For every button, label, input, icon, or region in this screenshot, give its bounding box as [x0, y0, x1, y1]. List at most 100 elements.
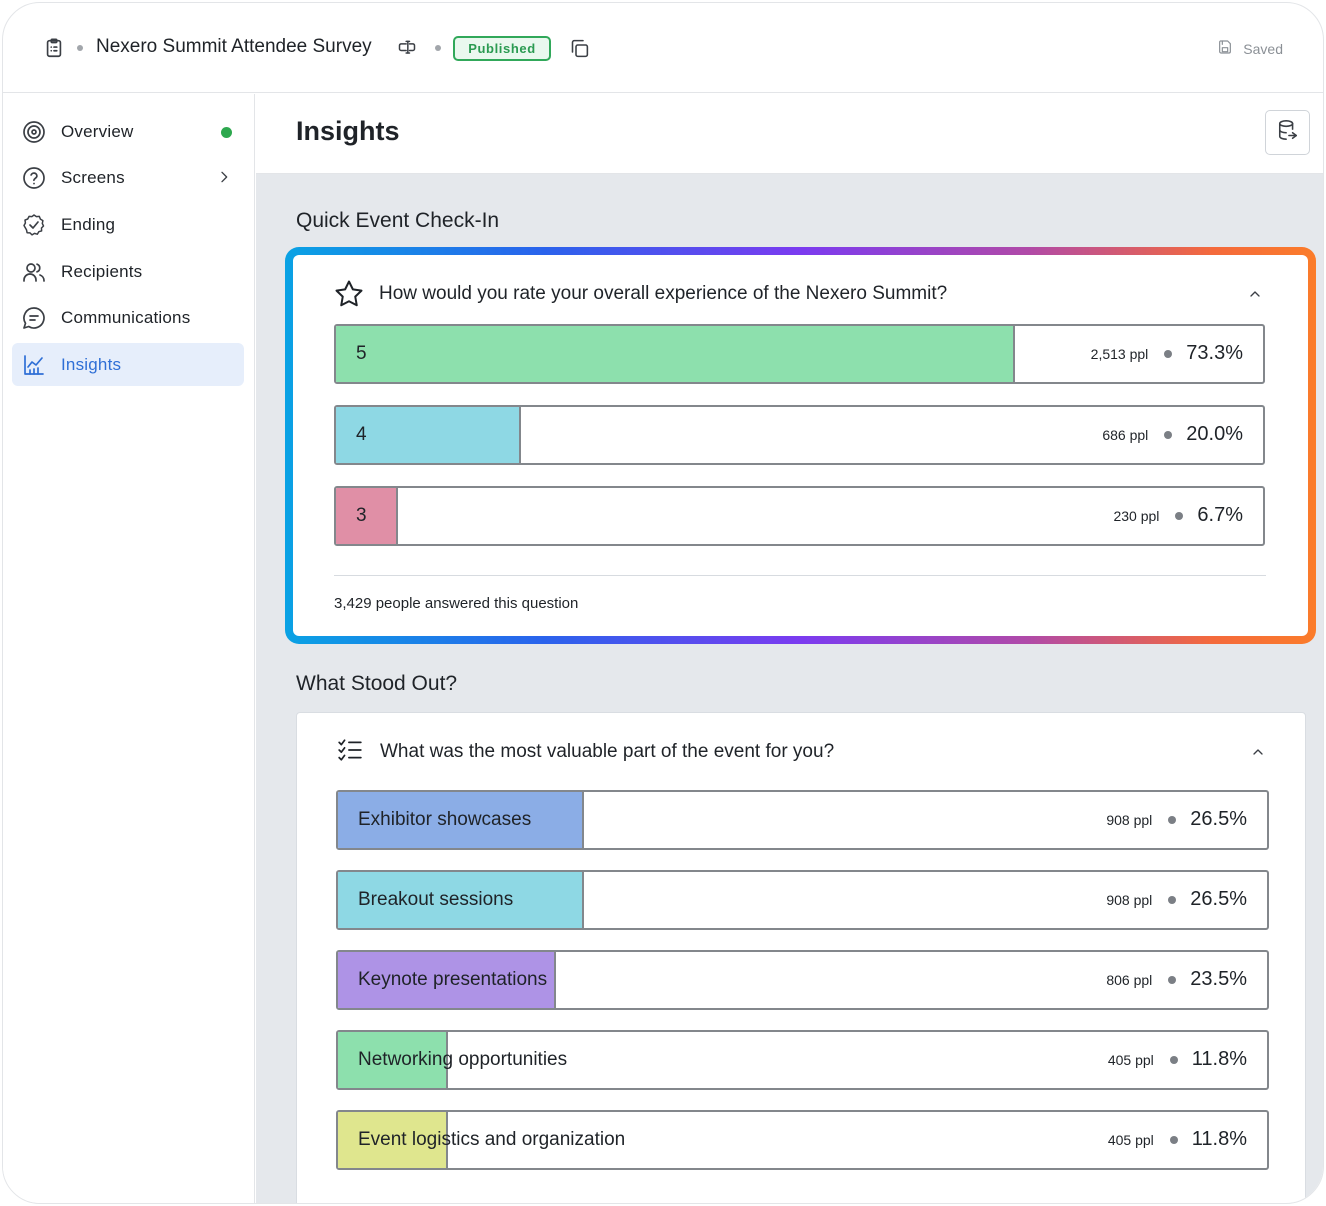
sidebar-item-communications[interactable]: Communications — [12, 296, 244, 339]
result-label: Event logistics and organization — [358, 1129, 626, 1150]
result-label: Exhibitor showcases — [358, 809, 532, 830]
status-badge: Published — [453, 36, 551, 61]
answered-count: 3,429 people answered this question — [334, 595, 579, 612]
result-stats: 908 ppl 26.5% — [1106, 888, 1247, 911]
result-stats: 686 ppl 20.0% — [1102, 423, 1243, 446]
separator-dot — [1168, 975, 1177, 984]
result-label: 4 — [356, 424, 367, 445]
database-export-icon — [1277, 119, 1299, 146]
question-card: How would you rate your overall experien… — [293, 255, 1308, 636]
rename-icon[interactable] — [397, 38, 419, 60]
target-icon — [22, 120, 46, 144]
sidebar-item-insights[interactable]: Insights — [12, 343, 244, 386]
separator-dot — [1164, 430, 1173, 439]
clipboard-icon — [43, 37, 65, 59]
result-stats: 405 ppl 11.8% — [1108, 1128, 1247, 1151]
check-circle-icon — [22, 213, 46, 237]
separator-dot — [435, 45, 441, 51]
top-bar: Nexero Summit Attendee Survey Published … — [3, 3, 1323, 93]
result-stats: 405 ppl 11.8% — [1108, 1048, 1247, 1071]
sidebar-item-label: Ending — [61, 215, 116, 234]
result-bar: 4 686 ppl 20.0% — [334, 405, 1265, 465]
result-stats: 908 ppl 26.5% — [1106, 808, 1247, 831]
result-percent: 11.8% — [1191, 1128, 1247, 1150]
main-content: Insights Quick Event Check-In How would … — [256, 94, 1323, 1203]
sidebar-item-label: Screens — [61, 168, 125, 187]
sidebar-item-label: Communications — [61, 308, 191, 327]
export-data-button[interactable] — [1265, 110, 1310, 155]
save-status: Saved — [1217, 39, 1283, 58]
result-bar: Networking opportunities 405 ppl 11.8% — [336, 1030, 1269, 1090]
sidebar-item-label: Overview — [61, 122, 134, 141]
separator-dot — [77, 45, 83, 51]
result-count: 2,513 ppl — [1090, 345, 1149, 362]
section-title: What Stood Out? — [296, 672, 458, 695]
page-header: Insights — [256, 94, 1323, 174]
chevron-up-icon[interactable] — [1250, 744, 1266, 760]
survey-title[interactable]: Nexero Summit Attendee Survey — [96, 36, 372, 58]
copy-icon[interactable] — [569, 38, 591, 60]
result-percent: 20.0% — [1186, 423, 1243, 445]
result-label: Networking opportunities — [358, 1049, 568, 1070]
result-stats: 2,513 ppl 73.3% — [1091, 342, 1243, 365]
result-count: 908 ppl — [1106, 811, 1153, 828]
result-bar: Breakout sessions 908 ppl 26.5% — [336, 870, 1269, 930]
sidebar-item-screens[interactable]: Screens — [12, 156, 244, 199]
separator-dot — [1168, 895, 1177, 904]
sidebar: Overview Screens Ending Recipients Commu… — [3, 94, 255, 1203]
result-label: Breakout sessions — [358, 889, 514, 910]
result-bar: Exhibitor showcases 908 ppl 26.5% — [336, 790, 1269, 850]
result-percent: 73.3% — [1186, 342, 1243, 364]
sidebar-item-recipients[interactable]: Recipients — [12, 250, 244, 293]
sidebar-item-label: Recipients — [61, 262, 143, 281]
star-icon — [334, 279, 364, 309]
separator-dot — [1169, 1055, 1178, 1064]
separator-dot — [1175, 511, 1184, 520]
result-label: Keynote presentations — [358, 969, 548, 990]
result-bar: 3 230 ppl 6.7% — [334, 486, 1265, 546]
section-title: Quick Event Check-In — [296, 209, 500, 232]
message-icon — [22, 306, 46, 330]
result-percent: 6.7% — [1197, 504, 1243, 526]
result-count: 806 ppl — [1106, 971, 1153, 988]
result-count: 908 ppl — [1106, 891, 1153, 908]
sidebar-item-overview[interactable]: Overview — [12, 110, 244, 153]
result-count: 405 ppl — [1107, 1051, 1154, 1068]
highlighted-card: How would you rate your overall experien… — [285, 247, 1316, 644]
divider — [334, 575, 1266, 576]
chevron-right-icon — [216, 169, 232, 185]
result-percent: 26.5% — [1190, 888, 1247, 910]
question-card: What was the most valuable part of the e… — [296, 712, 1306, 1203]
separator-dot — [1169, 1135, 1178, 1144]
result-bar: Event logistics and organization 405 ppl 1… — [336, 1110, 1269, 1170]
users-icon — [22, 260, 46, 284]
app-window: Nexero Summit Attendee Survey Published … — [2, 2, 1324, 1204]
result-count: 686 ppl — [1102, 426, 1149, 443]
result-bar-fill — [336, 326, 1016, 382]
chevron-up-icon[interactable] — [1247, 286, 1263, 302]
question-circle-icon — [22, 166, 46, 190]
result-percent: 23.5% — [1190, 968, 1247, 990]
saved-label: Saved — [1243, 40, 1283, 57]
result-count: 405 ppl — [1107, 1131, 1154, 1148]
save-icon — [1217, 39, 1233, 58]
result-stats: 230 ppl 6.7% — [1113, 504, 1243, 527]
question-text: What was the most valuable part of the e… — [380, 741, 835, 762]
separator-dot — [1168, 815, 1177, 824]
status-dot — [221, 127, 232, 138]
sidebar-item-ending[interactable]: Ending — [12, 203, 244, 246]
sidebar-item-label: Insights — [61, 355, 122, 374]
result-bar-fill — [336, 488, 399, 544]
checklist-icon — [337, 737, 367, 767]
result-bar: 5 2,513 ppl 73.3% — [334, 324, 1265, 384]
question-text: How would you rate your overall experien… — [379, 283, 948, 304]
result-label: 3 — [356, 505, 367, 526]
separator-dot — [1164, 349, 1173, 358]
page-title: Insights — [296, 116, 400, 146]
result-label: 5 — [356, 343, 367, 364]
chart-icon — [22, 353, 46, 377]
result-stats: 806 ppl 23.5% — [1106, 968, 1247, 991]
result-count: 230 ppl — [1113, 507, 1160, 524]
result-percent: 11.8% — [1191, 1048, 1247, 1070]
result-bar: Keynote presentations 806 ppl 23.5% — [336, 950, 1269, 1010]
